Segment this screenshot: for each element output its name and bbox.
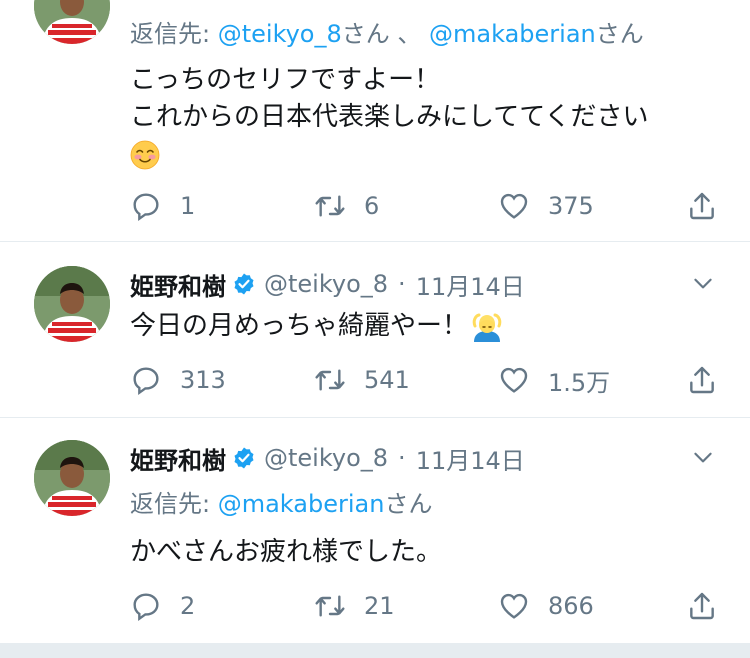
mention-link[interactable]: @makaberian xyxy=(218,490,385,518)
reply-button[interactable]: 1 xyxy=(130,190,195,222)
heart-icon xyxy=(498,364,530,396)
retweet-button[interactable]: 21 xyxy=(314,590,395,622)
smiling-face-emoji xyxy=(130,140,160,170)
retweet-button[interactable]: 6 xyxy=(314,190,379,222)
user-handle[interactable]: @teikyo_8 xyxy=(264,270,388,298)
retweet-icon xyxy=(314,364,346,396)
share-icon xyxy=(686,364,718,396)
tweet-header: 姫野和樹 @teikyo_8 · 11月14日 xyxy=(130,264,730,304)
retweet-button[interactable]: 541 xyxy=(314,364,410,396)
avatar[interactable] xyxy=(34,440,110,516)
tweet-2[interactable]: 姫野和樹 @teikyo_8 · 11月14日 今日の月めっちゃ綺麗やー！ 31… xyxy=(0,242,750,418)
heart-icon xyxy=(498,190,530,222)
person-gesturing-emoji xyxy=(472,312,502,342)
reply-to: 返信先: @makaberianさん xyxy=(130,490,433,518)
avatar-image xyxy=(34,0,110,44)
tweet-header: 姫野和樹 @teikyo_8 · 11月14日 xyxy=(130,438,730,478)
mention-link[interactable]: @makaberian xyxy=(429,20,596,48)
reply-button[interactable]: 2 xyxy=(130,590,195,622)
share-icon xyxy=(686,590,718,622)
tweet-actions: 2 21 866 xyxy=(0,586,750,626)
reply-icon xyxy=(130,190,162,222)
tweet-1[interactable]: 返信先: @teikyo_8さん 、 @makaberianさん こっちのセリフ… xyxy=(0,0,750,242)
tweet-text: かべさんお疲れ様でした。 xyxy=(130,537,443,567)
like-button[interactable]: 1.5万 xyxy=(498,363,610,398)
tweet-actions: 1 6 375 xyxy=(0,186,750,226)
share-icon xyxy=(686,190,718,222)
separator-dot: · xyxy=(398,270,406,298)
share-button[interactable] xyxy=(686,190,736,222)
reply-icon xyxy=(130,364,162,396)
chevron-down-icon[interactable] xyxy=(690,444,716,470)
avatar[interactable] xyxy=(34,0,110,44)
like-button[interactable]: 866 xyxy=(498,590,594,622)
share-button[interactable] xyxy=(686,590,736,622)
tweet-text: こっちのセリフですよー！ これからの日本代表楽しみにしててください xyxy=(130,62,730,173)
tweet-date[interactable]: 11月14日 xyxy=(416,267,525,302)
user-handle[interactable]: @teikyo_8 xyxy=(264,444,388,472)
separator-dot: · xyxy=(398,444,406,472)
reply-to: 返信先: @teikyo_8さん 、 @makaberianさん xyxy=(130,20,644,48)
verified-badge-icon xyxy=(232,272,256,296)
reply-icon xyxy=(130,590,162,622)
tweet-actions: 313 541 1.5万 xyxy=(0,360,750,400)
section-divider xyxy=(0,644,750,658)
avatar[interactable] xyxy=(34,266,110,342)
avatar-image xyxy=(34,266,110,342)
like-button[interactable]: 375 xyxy=(498,190,594,222)
display-name[interactable]: 姫野和樹 xyxy=(130,441,226,476)
heart-icon xyxy=(498,590,530,622)
tweet-date[interactable]: 11月14日 xyxy=(416,441,525,476)
retweet-icon xyxy=(314,590,346,622)
share-button[interactable] xyxy=(686,364,736,396)
retweet-icon xyxy=(314,190,346,222)
chevron-down-icon[interactable] xyxy=(690,270,716,296)
display-name[interactable]: 姫野和樹 xyxy=(130,267,226,302)
tweet-3[interactable]: 姫野和樹 @teikyo_8 · 11月14日 返信先: @makaberian… xyxy=(0,418,750,644)
avatar-image xyxy=(34,440,110,516)
tweet-text: 今日の月めっちゃ綺麗やー！ xyxy=(130,308,730,345)
verified-badge-icon xyxy=(232,446,256,470)
reply-button[interactable]: 313 xyxy=(130,364,226,396)
mention-link[interactable]: @teikyo_8 xyxy=(218,20,342,48)
